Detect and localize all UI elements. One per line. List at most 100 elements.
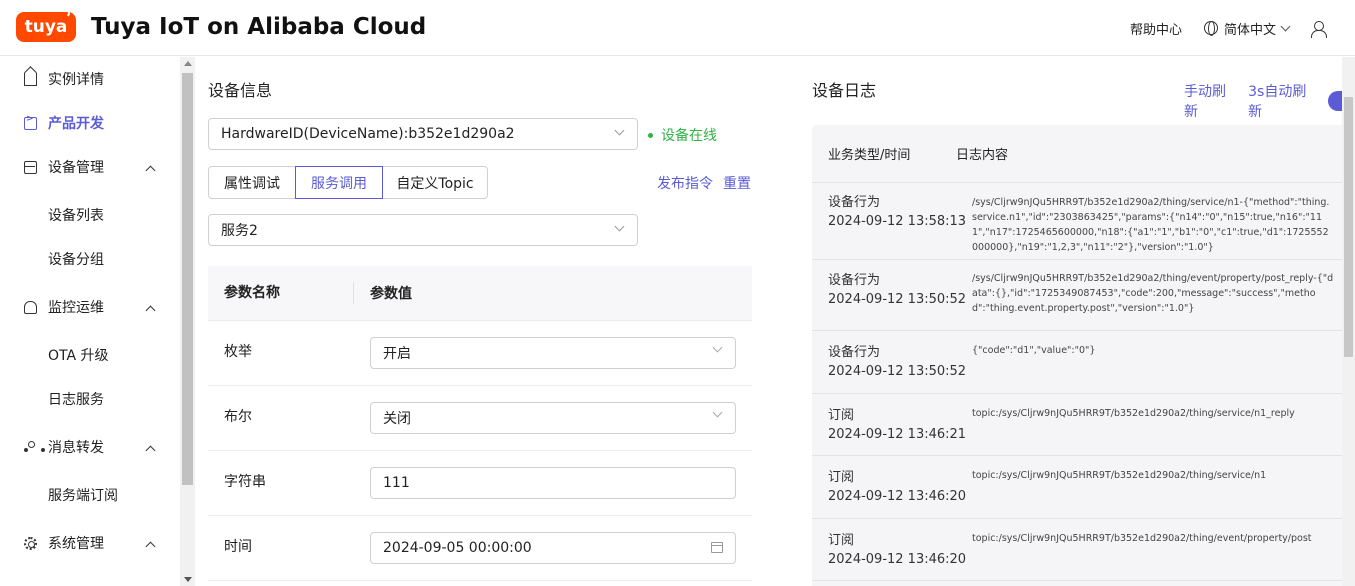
param-name: 字符串 [224,474,266,490]
list-item: 订阅 2024-09-12 13:46:20 topic:/sys/Cljrw9n… [812,456,1342,519]
param-name: 布尔 [224,409,252,425]
chevron-up-icon [145,541,156,552]
device-select-value: HardwareID(DeviceName):b352e1d290a2 [221,126,515,142]
sidebar-scrollbar[interactable] [180,57,195,586]
sidebar-item-system-management[interactable]: 系统管理 [0,521,180,565]
sidebar-scroll-thumb[interactable] [182,73,193,485]
chevron-up-icon [145,305,156,316]
param-name: 枚举 [224,344,252,360]
language-label: 简体中文 [1223,22,1276,38]
list-item: 设备行为 2024-09-12 13:58:13 /sys/Cljrw9nJQu5… [812,183,1342,260]
log-content: /sys/Cljrw9nJQu5HRR9T/b352e1d290a2/thing… [972,273,1334,314]
sidebar: 实例详情 产品开发 设备管理 设备列表 设备分组 监控运维 OTA 升级 日志服… [0,57,180,586]
home-icon [24,72,37,86]
device-select[interactable]: HardwareID(DeviceName):b352e1d290a2 [208,118,638,150]
sidebar-item-device-list[interactable]: 设备列表 [0,193,180,237]
help-center-link[interactable]: 帮助中心 [1130,19,1182,38]
debug-tabs: 属性调试 服务调用 自定义Topic [208,166,488,199]
globe-icon [1203,21,1218,36]
sidebar-item-ota[interactable]: OTA 升级 [0,333,180,377]
scroll-up-arrow-icon[interactable] [184,61,192,66]
online-dot-icon [648,132,653,138]
bool-select[interactable]: 关闭 [370,402,736,434]
log-content: topic:/sys/Cljrw9nJQu5HRR9T/b352e1d290a2… [972,470,1267,481]
top-header: tuya Tuya IoT on Alibaba Cloud 帮助中心 简体中文 [0,0,1355,56]
device-icon [24,160,37,174]
list-item: 订阅 2024-09-12 13:46:21 topic:/sys/Cljrw9n… [812,394,1342,456]
publish-command-link[interactable]: 发布指令 [657,173,713,193]
sidebar-item-message-forwarding[interactable]: 消息转发 [0,425,180,469]
sidebar-item-label: 消息转发 [48,440,104,456]
app-title: Tuya IoT on Alibaba Cloud [91,14,427,40]
reset-link[interactable]: 重置 [723,173,751,193]
log-type: 设备行为 2024-09-12 13:50:52 [828,345,967,379]
chevron-up-icon [145,445,156,456]
monitor-icon [24,300,37,314]
chevron-down-icon [614,125,625,136]
service-select-value: 服务2 [221,223,258,239]
sidebar-item-product-dev[interactable]: 产品开发 [0,101,180,145]
logo-text: tuya [24,17,68,37]
manual-refresh-link[interactable]: 手动刷新 [1184,81,1238,121]
tab-service-call[interactable]: 服务调用 [295,166,383,199]
scroll-down-arrow-icon[interactable] [184,577,192,582]
chevron-down-icon [712,342,723,353]
sidebar-item-device-group[interactable]: 设备分组 [0,237,180,281]
date-picker[interactable]: 2024-09-05 00:00:00 [370,532,736,564]
log-content: topic:/sys/Cljrw9nJQu5HRR9T/b352e1d290a2… [972,408,1295,419]
col-log-type: 业务类型/时间 [828,148,911,163]
sidebar-item-label: OTA 升级 [48,348,109,364]
sidebar-item-label: 系统管理 [48,536,104,552]
sidebar-item-label: 设备分组 [48,252,104,268]
list-item: 设备行为 2024-09-12 13:50:52 /sys/Cljrw9nJQu5… [812,260,1342,331]
date-value: 2024-09-05 00:00:00 [383,540,532,556]
sidebar-item-server-subscription[interactable]: 服务端订阅 [0,473,180,517]
tuya-logo[interactable]: tuya [16,8,76,42]
enum-value: 开启 [383,346,411,362]
service-select[interactable]: 服务2 [208,214,638,246]
chevron-down-icon [1280,21,1291,31]
auto-refresh-label: 3s自动刷新 [1248,84,1307,120]
sidebar-item-label: 产品开发 [48,116,104,132]
table-row: 时间 2024-09-05 00:00:00 [208,516,752,581]
sidebar-item-label: 监控运维 [48,300,104,316]
sidebar-item-log-service[interactable]: 日志服务 [0,377,180,421]
params-table-header: 参数名称 参数值 [208,266,752,321]
chevron-up-icon [145,165,156,176]
log-content: /sys/Cljrw9nJQu5HRR9T/b352e1d290a2/thing… [972,197,1330,253]
sidebar-item-label: 实例详情 [48,72,104,88]
enum-select[interactable]: 开启 [370,337,736,369]
log-type: 订阅 2024-09-12 13:46:20 [828,470,967,504]
device-log-title: 设备日志 [812,81,877,100]
calendar-icon [711,542,723,553]
sidebar-item-monitoring[interactable]: 监控运维 [0,285,180,329]
tab-custom-topic[interactable]: 自定义Topic [382,166,488,199]
tab-property-debug[interactable]: 属性调试 [208,166,296,199]
log-content: topic:/sys/Cljrw9nJQu5HRR9T/b352e1d290a2… [972,533,1312,544]
param-name: 时间 [224,539,252,555]
page-scrollbar[interactable] [1342,57,1355,586]
log-content: {"code":"d1","value":"0"} [972,345,1096,356]
table-row: 枚举 开启 [208,321,752,386]
gear-icon [24,536,37,550]
sidebar-item-label: 服务端订阅 [48,488,118,504]
sidebar-item-instance-details[interactable]: 实例详情 [0,57,180,101]
device-status-label: 设备在线 [661,128,717,144]
string-input[interactable]: 111 [370,467,736,499]
chevron-down-icon [712,407,723,418]
params-table: 参数名称 参数值 枚举 开启 布尔 关闭 字符串 111 时间 2024-09-… [208,266,752,581]
col-param-name: 参数名称 [208,282,354,304]
string-value: 111 [383,475,410,491]
user-icon[interactable] [1311,20,1327,38]
table-row: 布尔 关闭 [208,386,752,451]
sidebar-item-label: 日志服务 [48,392,104,408]
col-log-content: 日志内容 [956,148,1009,163]
table-row: 字符串 111 [208,451,752,516]
log-table: 业务类型/时间 日志内容 设备行为 2024-09-12 13:58:13 /sy… [812,125,1342,586]
device-info-title: 设备信息 [208,81,273,100]
col-param-value: 参数值 [370,286,412,302]
sidebar-item-device-management[interactable]: 设备管理 [0,145,180,189]
page-scroll-thumb[interactable] [1344,97,1353,357]
sidebar-item-label: 设备管理 [48,160,104,176]
language-selector[interactable]: 简体中文 [1203,19,1291,38]
